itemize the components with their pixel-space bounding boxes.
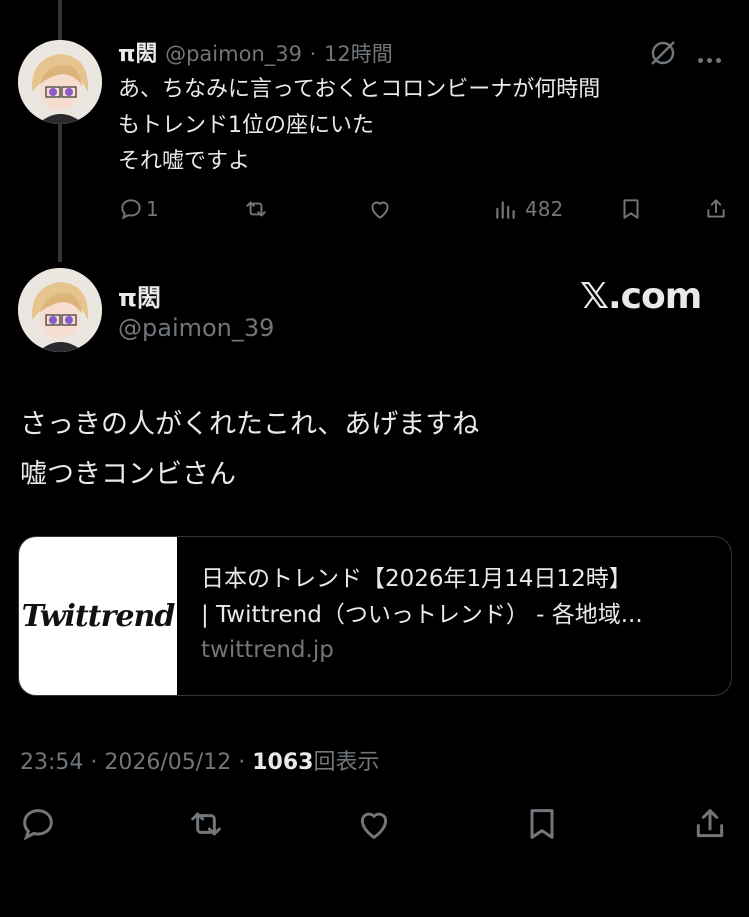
twittrend-logo: Twittrend: [21, 598, 176, 634]
meta-separator: ·: [90, 750, 98, 775]
handle[interactable]: @paimon_39: [165, 42, 302, 66]
reply-icon: [23, 809, 53, 841]
avatar[interactable]: [18, 268, 102, 352]
share-icon: [696, 809, 724, 838]
share-icon: [707, 199, 725, 218]
view-count: 1063: [252, 750, 314, 775]
like-button[interactable]: [354, 804, 394, 848]
bookmark-button[interactable]: [522, 804, 562, 848]
tweet-time[interactable]: 23:54: [20, 750, 83, 775]
view-count: 482: [525, 197, 564, 221]
meta-separator: ·: [309, 42, 317, 66]
reply-button[interactable]: 1: [118, 196, 159, 222]
reply-count: 1: [146, 197, 159, 221]
timestamp[interactable]: 12時間: [324, 42, 393, 66]
tweet-date[interactable]: 2026/05/12: [104, 750, 231, 775]
reply-icon: [121, 199, 141, 220]
text-line: さっきの人がくれたこれ、あげますね: [20, 409, 480, 440]
link-card-title-line: | Twittrend（ついっトレンド） - 各地域...: [201, 602, 643, 628]
heart-icon: [360, 812, 388, 839]
more-options-icon[interactable]: [698, 48, 725, 67]
tweet-timestamp-row: 23:54 · 2026/05/12 · 1063回表示: [20, 744, 379, 776]
share-button[interactable]: [690, 804, 730, 848]
avatar[interactable]: [18, 40, 102, 124]
like-button[interactable]: [367, 196, 393, 222]
reply-button[interactable]: [18, 804, 58, 848]
bookmark-icon: [530, 809, 554, 839]
handle[interactable]: @paimon_39: [118, 314, 274, 342]
text-line: あ、ちなみに言っておくとコロンビーナが何時間: [118, 77, 601, 102]
tweet-text: さっきの人がくれたこれ、あげますね 嘘つきコンビさん: [20, 400, 479, 500]
repost-icon: [246, 201, 266, 217]
link-card[interactable]: Twittrend 日本のトレンド【2026年1月14日12時】 | Twitt…: [18, 536, 732, 696]
repost-icon: [191, 812, 221, 836]
repost-button[interactable]: [186, 804, 226, 848]
x-com-watermark: 𝕏.com: [580, 276, 702, 317]
text-line: もトレンド1位の座にいた: [118, 113, 374, 138]
repost-button[interactable]: [243, 196, 269, 222]
link-card-title-line: 日本のトレンド【2026年1月14日12時】: [201, 566, 632, 592]
display-name[interactable]: π閎: [118, 42, 157, 67]
text-line: それ嘘ですよ: [118, 149, 251, 174]
link-card-domain: twittrend.jp: [201, 637, 334, 663]
display-name[interactable]: π閎: [118, 278, 161, 313]
meta-separator: ·: [238, 750, 246, 775]
link-card-thumbnail: Twittrend: [19, 537, 177, 695]
bookmark-button[interactable]: [618, 196, 644, 222]
reply-header: π閎 @paimon_39 · 12時間: [118, 36, 393, 68]
heart-icon: [371, 201, 389, 219]
link-card-title: 日本のトレンド【2026年1月14日12時】 | Twittrend（ついっトレ…: [201, 561, 711, 633]
reply-text: あ、ちなみに言っておくとコロンビーナが何時間 もトレンド1位の座にいた それ嘘で…: [118, 72, 718, 180]
views-button[interactable]: 482: [493, 196, 563, 222]
grok-icon[interactable]: [648, 38, 678, 68]
analytics-icon: [496, 201, 515, 219]
text-line: 嘘つきコンビさん: [20, 459, 236, 490]
share-button[interactable]: [703, 196, 729, 222]
bookmark-icon: [623, 199, 639, 219]
view-label: 回表示: [313, 750, 380, 775]
